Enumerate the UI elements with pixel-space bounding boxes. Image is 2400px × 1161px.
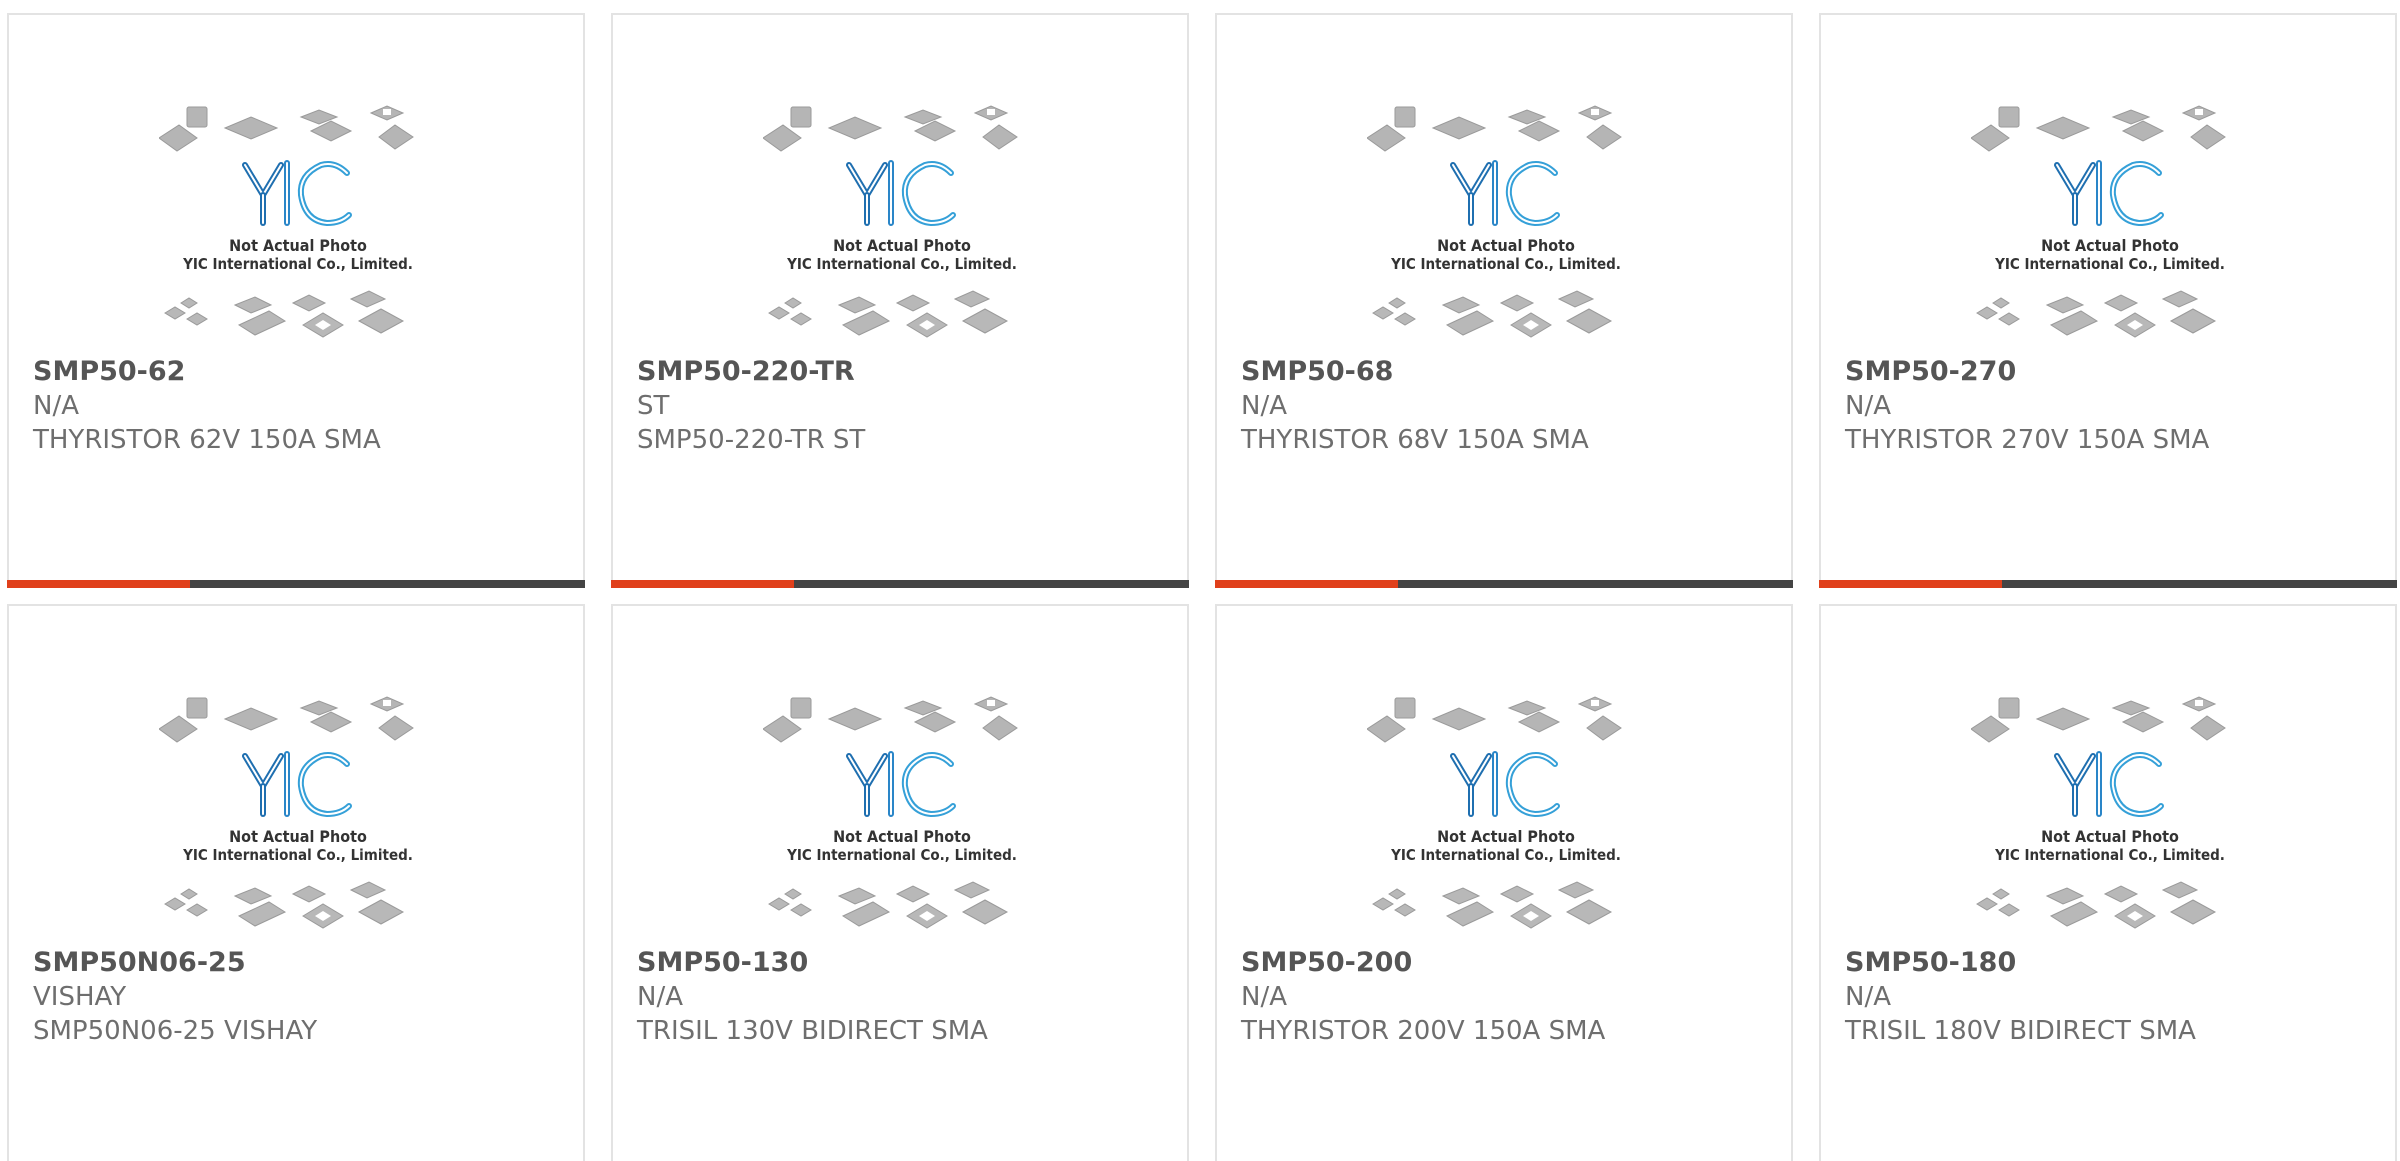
product-description: SMP50N06-25 VISHAY bbox=[33, 1016, 318, 1046]
product-description: THYRISTOR 68V 150A SMA bbox=[1241, 425, 1589, 455]
product-description: TRISIL 180V BIDIRECT SMA bbox=[1845, 1016, 2196, 1046]
placeholder-caption-2: YIC International Co., Limited. bbox=[786, 255, 1017, 273]
product-info: SMP50N06-25 VISHAY SMP50N06-25 VISHAY bbox=[33, 946, 563, 1048]
product-info: SMP50-62 N/A THYRISTOR 62V 150A SMA bbox=[33, 355, 563, 457]
product-image-placeholder[interactable]: Not Actual Photo YIC International Co., … bbox=[763, 103, 1041, 355]
card-bottom-bar bbox=[1819, 580, 2397, 588]
placeholder-caption-1: Not Actual Photo bbox=[229, 827, 367, 846]
placeholder-caption-2: YIC International Co., Limited. bbox=[1390, 846, 1621, 864]
manufacturer: N/A bbox=[1845, 982, 1891, 1012]
part-number[interactable]: SMP50-130 bbox=[637, 946, 1167, 980]
product-description: THYRISTOR 200V 150A SMA bbox=[1241, 1016, 1606, 1046]
product-image-placeholder[interactable]: Not Actual Photo YIC International Co., … bbox=[1367, 103, 1645, 355]
placeholder-caption-1: Not Actual Photo bbox=[2041, 827, 2179, 846]
placeholder-caption-2: YIC International Co., Limited. bbox=[1390, 255, 1621, 273]
placeholder-caption-2: YIC International Co., Limited. bbox=[786, 846, 1017, 864]
placeholder-caption-2: YIC International Co., Limited. bbox=[1994, 846, 2225, 864]
chip-placeholder-icon: Not Actual Photo YIC International Co., … bbox=[1367, 105, 1622, 338]
product-card[interactable]: Not Actual Photo YIC International Co., … bbox=[7, 13, 585, 588]
card-bottom-bar bbox=[7, 580, 585, 588]
product-card[interactable]: Not Actual Photo YIC International Co., … bbox=[1819, 13, 2397, 588]
card-accent-bar bbox=[611, 580, 794, 588]
part-number[interactable]: SMP50-270 bbox=[1845, 355, 2375, 389]
product-card[interactable]: Not Actual Photo YIC International Co., … bbox=[1819, 604, 2397, 1161]
placeholder-caption-2: YIC International Co., Limited. bbox=[182, 846, 413, 864]
product-card[interactable]: Not Actual Photo YIC International Co., … bbox=[611, 13, 1189, 588]
product-image-placeholder[interactable]: Not Actual Photo YIC International Co., … bbox=[1971, 694, 2249, 946]
placeholder-caption-1: Not Actual Photo bbox=[1437, 827, 1575, 846]
placeholder-caption-1: Not Actual Photo bbox=[1437, 236, 1575, 255]
placeholder-caption-1: Not Actual Photo bbox=[833, 827, 971, 846]
card-accent-bar bbox=[1819, 580, 2002, 588]
product-info: SMP50-180 N/A TRISIL 180V BIDIRECT SMA bbox=[1845, 946, 2375, 1048]
card-accent-bar bbox=[1215, 580, 1398, 588]
product-card[interactable]: Not Actual Photo YIC International Co., … bbox=[611, 604, 1189, 1161]
manufacturer: N/A bbox=[637, 982, 683, 1012]
part-number[interactable]: SMP50-62 bbox=[33, 355, 563, 389]
product-description: TRISIL 130V BIDIRECT SMA bbox=[637, 1016, 988, 1046]
product-image-placeholder[interactable]: Not Actual Photo YIC International Co., … bbox=[1971, 103, 2249, 355]
product-image-placeholder[interactable]: Not Actual Photo YIC International Co., … bbox=[159, 694, 437, 946]
product-info: SMP50-200 N/A THYRISTOR 200V 150A SMA bbox=[1241, 946, 1771, 1048]
part-number[interactable]: SMP50-220-TR bbox=[637, 355, 1167, 389]
placeholder-caption-2: YIC International Co., Limited. bbox=[1994, 255, 2225, 273]
placeholder-caption-1: Not Actual Photo bbox=[833, 236, 971, 255]
part-number[interactable]: SMP50-68 bbox=[1241, 355, 1771, 389]
product-info: SMP50-130 N/A TRISIL 130V BIDIRECT SMA bbox=[637, 946, 1167, 1048]
chip-placeholder-icon: Not Actual Photo YIC International Co., … bbox=[1971, 696, 2226, 929]
chip-placeholder-icon: Not Actual Photo YIC International Co., … bbox=[159, 696, 414, 929]
manufacturer: N/A bbox=[1241, 982, 1287, 1012]
product-image-placeholder[interactable]: Not Actual Photo YIC International Co., … bbox=[159, 103, 437, 355]
card-accent-bar bbox=[7, 580, 190, 588]
manufacturer: ST bbox=[637, 391, 670, 421]
manufacturer: N/A bbox=[1241, 391, 1287, 421]
product-description: THYRISTOR 62V 150A SMA bbox=[33, 425, 381, 455]
placeholder-caption-1: Not Actual Photo bbox=[2041, 236, 2179, 255]
product-info: SMP50-68 N/A THYRISTOR 68V 150A SMA bbox=[1241, 355, 1771, 457]
product-grid: Not Actual Photo YIC International Co., … bbox=[0, 0, 2400, 1161]
manufacturer: VISHAY bbox=[33, 982, 127, 1012]
manufacturer: N/A bbox=[33, 391, 79, 421]
part-number[interactable]: SMP50N06-25 bbox=[33, 946, 563, 980]
product-description: THYRISTOR 270V 150A SMA bbox=[1845, 425, 2210, 455]
chip-placeholder-icon: Not Actual Photo YIC International Co., … bbox=[159, 105, 414, 338]
card-bottom-bar bbox=[1215, 580, 1793, 588]
chip-placeholder-icon: Not Actual Photo YIC International Co., … bbox=[1367, 696, 1622, 929]
product-info: SMP50-220-TR ST SMP50-220-TR ST bbox=[637, 355, 1167, 457]
product-image-placeholder[interactable]: Not Actual Photo YIC International Co., … bbox=[763, 694, 1041, 946]
part-number[interactable]: SMP50-200 bbox=[1241, 946, 1771, 980]
product-description: SMP50-220-TR ST bbox=[637, 425, 866, 455]
product-card[interactable]: Not Actual Photo YIC International Co., … bbox=[7, 604, 585, 1161]
part-number[interactable]: SMP50-180 bbox=[1845, 946, 2375, 980]
chip-placeholder-icon: Not Actual Photo YIC International Co., … bbox=[763, 696, 1018, 929]
manufacturer: N/A bbox=[1845, 391, 1891, 421]
product-image-placeholder[interactable]: Not Actual Photo YIC International Co., … bbox=[1367, 694, 1645, 946]
chip-placeholder-icon: Not Actual Photo YIC International Co., … bbox=[1971, 105, 2226, 338]
product-info: SMP50-270 N/A THYRISTOR 270V 150A SMA bbox=[1845, 355, 2375, 457]
card-bottom-bar bbox=[611, 580, 1189, 588]
chip-placeholder-icon: Not Actual Photo YIC International Co., … bbox=[763, 105, 1018, 338]
placeholder-caption-1: Not Actual Photo bbox=[229, 236, 367, 255]
placeholder-caption-2: YIC International Co., Limited. bbox=[182, 255, 413, 273]
product-card[interactable]: Not Actual Photo YIC International Co., … bbox=[1215, 13, 1793, 588]
product-card[interactable]: Not Actual Photo YIC International Co., … bbox=[1215, 604, 1793, 1161]
